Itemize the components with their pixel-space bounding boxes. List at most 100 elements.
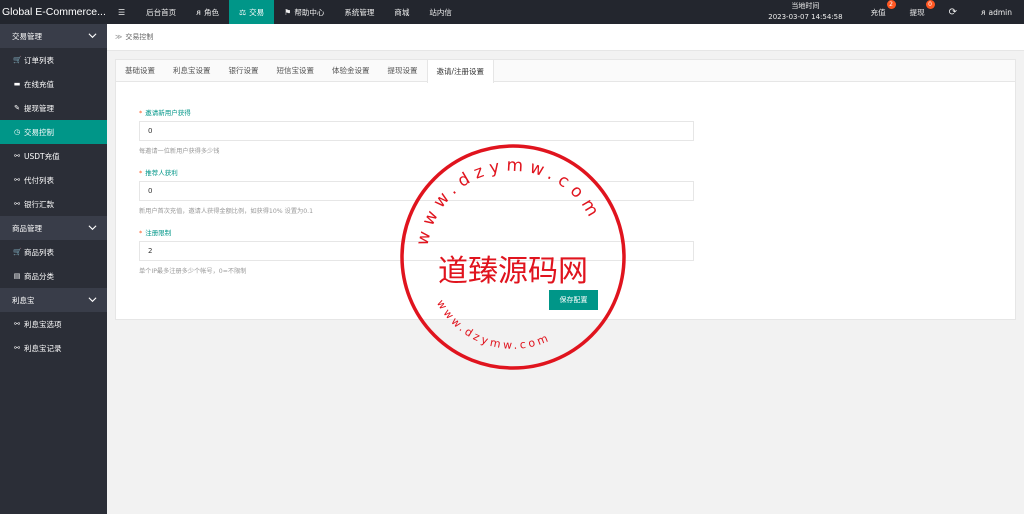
sidebar-item-label: USDT充值: [24, 151, 60, 161]
tab-interest[interactable]: 利息宝设置: [164, 60, 220, 81]
save-config-button[interactable]: 保存配置: [549, 290, 598, 310]
tab-basic[interactable]: 基础设置: [116, 60, 164, 81]
register-limit-input[interactable]: [139, 241, 694, 261]
invite-reward-input[interactable]: [139, 121, 694, 141]
nav-system[interactable]: 系统管理: [334, 0, 384, 24]
link-icon: ⚯: [14, 200, 20, 208]
settings-card: 基础设置 利息宝设置 银行设置 短信宝设置 体验金设置 提现设置 邀请/注册设置…: [115, 59, 1016, 320]
nav-mall[interactable]: 商城: [384, 0, 419, 24]
top-bar: Global E-Commerce... ☰ 后台首页 ᴙ 角色 ⚖ 交易 ⚑ …: [0, 0, 1024, 24]
scale-icon: ⚖: [238, 7, 247, 17]
field-label: * 注册限制: [139, 228, 699, 238]
top-nav: ☰ 后台首页 ᴙ 角色 ⚖ 交易 ⚑ 帮助中心 系统管理 商城 站内信: [107, 0, 462, 24]
sidebar-item-label: 商品分类: [24, 271, 54, 281]
required-mark: *: [139, 229, 143, 237]
sidebar-group-products[interactable]: 商品管理: [0, 216, 107, 240]
sidebar-item-orders[interactable]: 🛒 订单列表: [0, 48, 107, 72]
field-help: 新用户首次充值，邀请人获得金额比例，如获得10% 设置为0.1: [139, 208, 314, 215]
cart-icon: 🛒: [13, 56, 22, 64]
tab-trial-fund[interactable]: 体验金设置: [323, 60, 379, 81]
recharge-badge: 2: [886, 0, 896, 9]
field-help: 单个IP最多注册多少个帐号，0=不限制: [139, 268, 247, 275]
field-invite-reward: *邀请新用户获得 每邀请一位新用户获得多少钱: [139, 108, 699, 157]
tab-bank[interactable]: 银行设置: [220, 60, 268, 81]
sidebar: 交易管理 🛒 订单列表 ▬ 在线充值 ✎ 提现管理 ◷ 交易控制 ⚯ USDT充…: [0, 24, 107, 514]
field-label-text: 邀请新用户获得: [145, 109, 191, 117]
sidebar-item-withdraw[interactable]: ✎ 提现管理: [0, 96, 107, 120]
user-menu[interactable]: ᴙ admin: [969, 0, 1024, 24]
field-label: * 推荐人获利: [139, 168, 699, 178]
flag-icon: ⚑: [284, 7, 292, 17]
sidebar-item-label: 交易控制: [24, 127, 54, 137]
required-mark: *: [139, 109, 143, 117]
field-help: 每邀请一位新用户获得多少钱: [139, 148, 220, 155]
user-icon: ᴙ: [196, 7, 201, 17]
sidebar-item-product-category[interactable]: ▤ 商品分类: [0, 264, 107, 288]
sidebar-item-label: 订单列表: [24, 55, 54, 65]
withdraw-label: 提现: [909, 7, 925, 17]
nav-messages[interactable]: 站内信: [419, 0, 462, 24]
brand-title: Global E-Commerce...: [2, 6, 106, 18]
local-time-label: 当地时间: [791, 2, 820, 10]
grid-icon: ▤: [13, 272, 21, 280]
sidebar-group-label: 交易管理: [12, 31, 42, 41]
sidebar-item-label: 提现管理: [24, 103, 54, 113]
sidebar-item-label: 利息宝记录: [24, 343, 62, 353]
settings-tabs: 基础设置 利息宝设置 银行设置 短信宝设置 体验金设置 提现设置 邀请/注册设置: [116, 60, 1015, 83]
user-icon: ᴙ: [980, 7, 986, 17]
sidebar-group-trade[interactable]: 交易管理: [0, 24, 107, 48]
field-label: * 邀请新用户获得: [139, 108, 699, 118]
local-time-value: 2023-03-07 14:54:58: [768, 13, 843, 21]
referrer-profit-input[interactable]: [139, 181, 694, 201]
menu-toggle-button[interactable]: ☰: [107, 0, 136, 24]
local-time: 当地时间 2023-03-07 14:54:58: [752, 0, 858, 24]
sidebar-group-label: 利息宝: [12, 295, 35, 305]
nav-trade[interactable]: ⚖ 交易: [228, 0, 275, 24]
sidebar-item-label: 利息宝选项: [24, 319, 62, 329]
sidebar-item-product-list[interactable]: 🛒 商品列表: [0, 240, 107, 264]
nav-help[interactable]: ⚑ 帮助中心: [274, 0, 334, 24]
nav-mall-label: 商城: [394, 7, 410, 17]
tab-invite-register[interactable]: 邀请/注册设置: [426, 60, 495, 83]
sidebar-item-label: 在线充值: [24, 79, 54, 89]
nav-messages-label: 站内信: [429, 7, 452, 17]
sidebar-item-trade-control[interactable]: ◷ 交易控制: [0, 120, 107, 144]
recharge-button[interactable]: 充值 2: [859, 0, 898, 24]
sidebar-item-online-recharge[interactable]: ▬ 在线充值: [0, 72, 107, 96]
sidebar-item-usdt[interactable]: ⚯ USDT充值: [0, 144, 107, 168]
tab-withdraw[interactable]: 提现设置: [379, 60, 427, 81]
sidebar-item-interest-records[interactable]: ⚯ 利息宝记录: [0, 336, 107, 360]
required-mark: *: [139, 169, 143, 177]
sidebar-item-payouts[interactable]: ⚯ 代付列表: [0, 168, 107, 192]
link-icon: ⚯: [14, 320, 20, 328]
sidebar-item-bank-transfer[interactable]: ⚯ 银行汇款: [0, 192, 107, 216]
link-icon: ⚯: [14, 152, 20, 160]
field-label-text: 注册限制: [145, 229, 172, 237]
dashboard-icon: ◷: [13, 128, 21, 136]
top-right: 当地时间 2023-03-07 14:54:58 充值 2 提现 0 ⟳ ᴙ a…: [752, 0, 1024, 24]
sidebar-item-interest-options[interactable]: ⚯ 利息宝选项: [0, 312, 107, 336]
nav-home[interactable]: 后台首页: [136, 0, 186, 24]
breadcrumb-current[interactable]: 交易控制: [125, 32, 153, 42]
field-register-limit: *注册限制 单个IP最多注册多少个帐号，0=不限制: [139, 228, 699, 277]
sidebar-item-label: 商品列表: [24, 247, 54, 257]
breadcrumb-separator-icon: ≫: [115, 33, 123, 41]
refresh-button[interactable]: ⟳: [937, 0, 969, 24]
sidebar-group-interest[interactable]: 利息宝: [0, 288, 107, 312]
hamburger-icon: ☰: [118, 7, 126, 17]
nav-role[interactable]: ᴙ 角色: [186, 0, 229, 24]
user-name: admin: [988, 7, 1013, 17]
withdraw-button[interactable]: 提现 0: [898, 0, 937, 24]
field-referrer-profit: *推荐人获利 新用户首次充值，邀请人获得金额比例，如获得10% 设置为0.1: [139, 168, 699, 217]
refresh-icon: ⟳: [948, 6, 957, 18]
sidebar-filler: [0, 360, 107, 514]
hammer-icon: ✎: [14, 104, 20, 112]
card-icon: ▬: [13, 80, 21, 88]
nav-role-label: 角色: [203, 7, 219, 17]
cart-icon: 🛒: [13, 248, 22, 256]
field-label-text: 推荐人获利: [145, 169, 178, 177]
sidebar-group-label: 商品管理: [12, 223, 42, 233]
chevron-down-icon: [88, 297, 97, 303]
nav-trade-label: 交易: [249, 7, 265, 17]
tab-sms[interactable]: 短信宝设置: [268, 60, 324, 81]
